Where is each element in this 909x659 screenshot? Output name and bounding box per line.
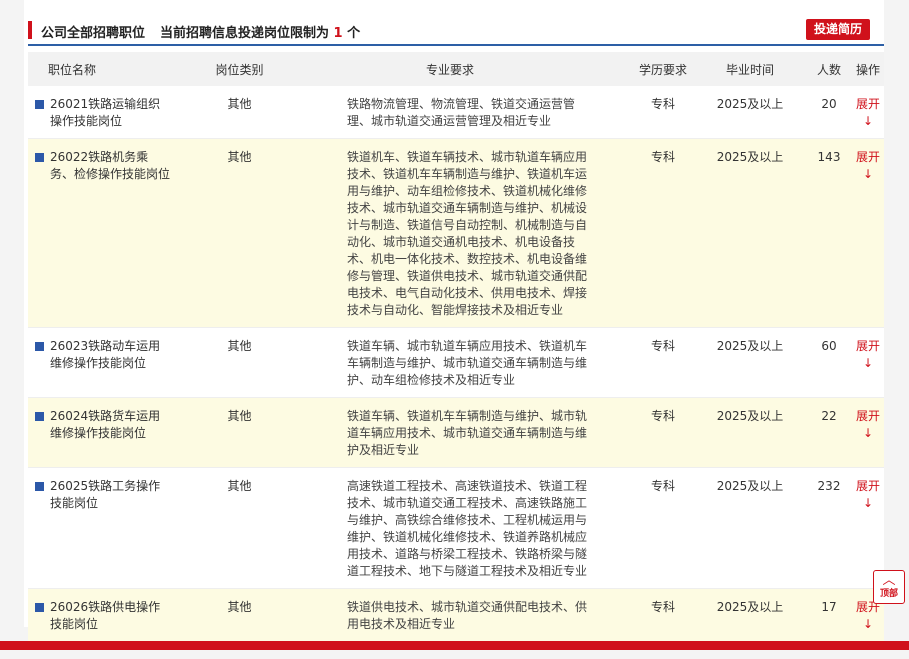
job-major: 铁道车辆、城市轨道车辆应用技术、铁道机车车辆制造与维护、城市轨道交通车辆制造与维…: [303, 327, 632, 398]
panel-title: 公司全部招聘职位: [41, 26, 146, 41]
table-row: 26025铁路工务操作技能岗位 其他 高速铁道工程技术、高速铁道技术、铁道工程技…: [28, 467, 884, 589]
job-graduation: 2025及以上: [694, 138, 806, 328]
job-name: 26026铁路供电操作技能岗位: [50, 600, 161, 631]
table-row: 26026铁路供电操作技能岗位 其他 铁道供电技术、城市轨道交通供配电技术、供用…: [28, 588, 884, 642]
job-education: 专科: [632, 86, 694, 139]
job-major: 铁道机车、铁道车辆技术、城市轨道车辆应用技术、铁道机车车辆制造与维护、铁道机车运…: [303, 138, 632, 328]
row-marker-icon: [35, 482, 44, 491]
col-header-name: 职位名称: [28, 52, 176, 86]
row-marker-icon: [35, 100, 44, 109]
job-name-cell: 26021铁路运输组织操作技能岗位: [28, 86, 176, 139]
job-major: 铁道车辆、铁道机车车辆制造与维护、城市轨道车辆应用技术、城市轨道交通车辆制造与维…: [303, 397, 632, 468]
limit-prefix: 当前招聘信息投递岗位限制为: [160, 26, 330, 41]
job-category: 其他: [176, 138, 303, 328]
job-major: 铁路物流管理、物流管理、铁道交通运营管理、城市轨道交通运营管理及相近专业: [303, 86, 632, 139]
job-count: 60: [806, 327, 852, 398]
table-row: 26022铁路机务乘务、检修操作技能岗位 其他 铁道机车、铁道车辆技术、城市轨道…: [28, 138, 884, 328]
header-accent-bar: [28, 21, 32, 39]
job-education: 专科: [632, 467, 694, 589]
header-divider: [28, 44, 884, 46]
apply-limit-notice: 当前招聘信息投递岗位限制为 1 个: [160, 22, 360, 41]
job-name-cell: 26022铁路机务乘务、检修操作技能岗位: [28, 138, 176, 328]
back-to-top-label: 顶部: [879, 589, 898, 599]
expand-link[interactable]: 展开↓: [856, 150, 880, 181]
job-category: 其他: [176, 467, 303, 589]
job-category: 其他: [176, 86, 303, 139]
job-name-cell: 26023铁路动车运用维修操作技能岗位: [28, 327, 176, 398]
job-name-cell: 26024铁路货车运用维修操作技能岗位: [28, 397, 176, 468]
row-marker-icon: [35, 342, 44, 351]
job-education: 专科: [632, 397, 694, 468]
row-marker-icon: [35, 412, 44, 421]
job-name: 26021铁路运输组织操作技能岗位: [50, 97, 161, 128]
submit-resume-button[interactable]: 投递简历: [805, 19, 870, 40]
expand-link[interactable]: 展开↓: [856, 409, 880, 440]
job-name-cell: 26025铁路工务操作技能岗位: [28, 467, 176, 589]
col-header-count: 人数: [806, 52, 852, 86]
table-row: 26023铁路动车运用维修操作技能岗位 其他 铁道车辆、城市轨道车辆应用技术、铁…: [28, 327, 884, 398]
job-education: 专科: [632, 327, 694, 398]
job-count: 17: [806, 588, 852, 642]
job-education: 专科: [632, 138, 694, 328]
expand-link[interactable]: 展开↓: [856, 600, 880, 631]
panel-header: 公司全部招聘职位 当前招聘信息投递岗位限制为 1 个 投递简历: [24, 14, 884, 46]
job-major: 铁道供电技术、城市轨道交通供配电技术、供用电技术及相近专业: [303, 588, 632, 642]
job-category: 其他: [176, 588, 303, 642]
expand-link[interactable]: 展开↓: [856, 339, 880, 370]
job-name: 26023铁路动车运用维修操作技能岗位: [50, 339, 161, 370]
job-education: 专科: [632, 588, 694, 642]
footer-red-strip: [0, 641, 909, 650]
col-header-action: 操作: [852, 52, 884, 86]
limit-suffix: 个: [347, 26, 361, 41]
job-graduation: 2025及以上: [694, 86, 806, 139]
job-count: 232: [806, 467, 852, 589]
table-row: 26024铁路货车运用维修操作技能岗位 其他 铁道车辆、铁道机车车辆制造与维护、…: [28, 397, 884, 468]
limit-count: 1: [333, 26, 343, 41]
job-graduation: 2025及以上: [694, 327, 806, 398]
job-count: 20: [806, 86, 852, 139]
job-table: 职位名称 岗位类别 专业要求 学历要求 毕业时间 人数 操作 26021铁路运输…: [28, 52, 884, 642]
job-count: 143: [806, 138, 852, 328]
chevron-up-icon: ︿: [882, 573, 896, 588]
col-header-category: 岗位类别: [176, 52, 303, 86]
job-major: 高速铁道工程技术、高速铁道技术、铁道工程技术、城市轨道交通工程技术、高速铁路施工…: [303, 467, 632, 589]
job-graduation: 2025及以上: [694, 588, 806, 642]
job-category: 其他: [176, 397, 303, 468]
job-name: 26022铁路机务乘务、检修操作技能岗位: [50, 150, 171, 181]
job-graduation: 2025及以上: [694, 397, 806, 468]
job-count: 22: [806, 397, 852, 468]
col-header-education: 学历要求: [632, 52, 694, 86]
job-name: 26024铁路货车运用维修操作技能岗位: [50, 409, 161, 440]
job-category: 其他: [176, 327, 303, 398]
row-marker-icon: [35, 603, 44, 612]
expand-link[interactable]: 展开↓: [856, 97, 880, 128]
expand-link[interactable]: 展开↓: [856, 479, 880, 510]
row-marker-icon: [35, 153, 44, 162]
job-graduation: 2025及以上: [694, 467, 806, 589]
col-header-major: 专业要求: [303, 52, 632, 86]
job-name-cell: 26026铁路供电操作技能岗位: [28, 588, 176, 642]
table-header-row: 职位名称 岗位类别 专业要求 学历要求 毕业时间 人数 操作: [28, 52, 884, 86]
col-header-graduation: 毕业时间: [694, 52, 806, 86]
job-list-panel: 公司全部招聘职位 当前招聘信息投递岗位限制为 1 个 投递简历 职位名称 岗位类…: [24, 0, 884, 642]
table-row: 26021铁路运输组织操作技能岗位 其他 铁路物流管理、物流管理、铁道交通运营管…: [28, 86, 884, 139]
job-name: 26025铁路工务操作技能岗位: [50, 479, 161, 510]
back-to-top-button[interactable]: ︿ 顶部: [873, 570, 905, 604]
